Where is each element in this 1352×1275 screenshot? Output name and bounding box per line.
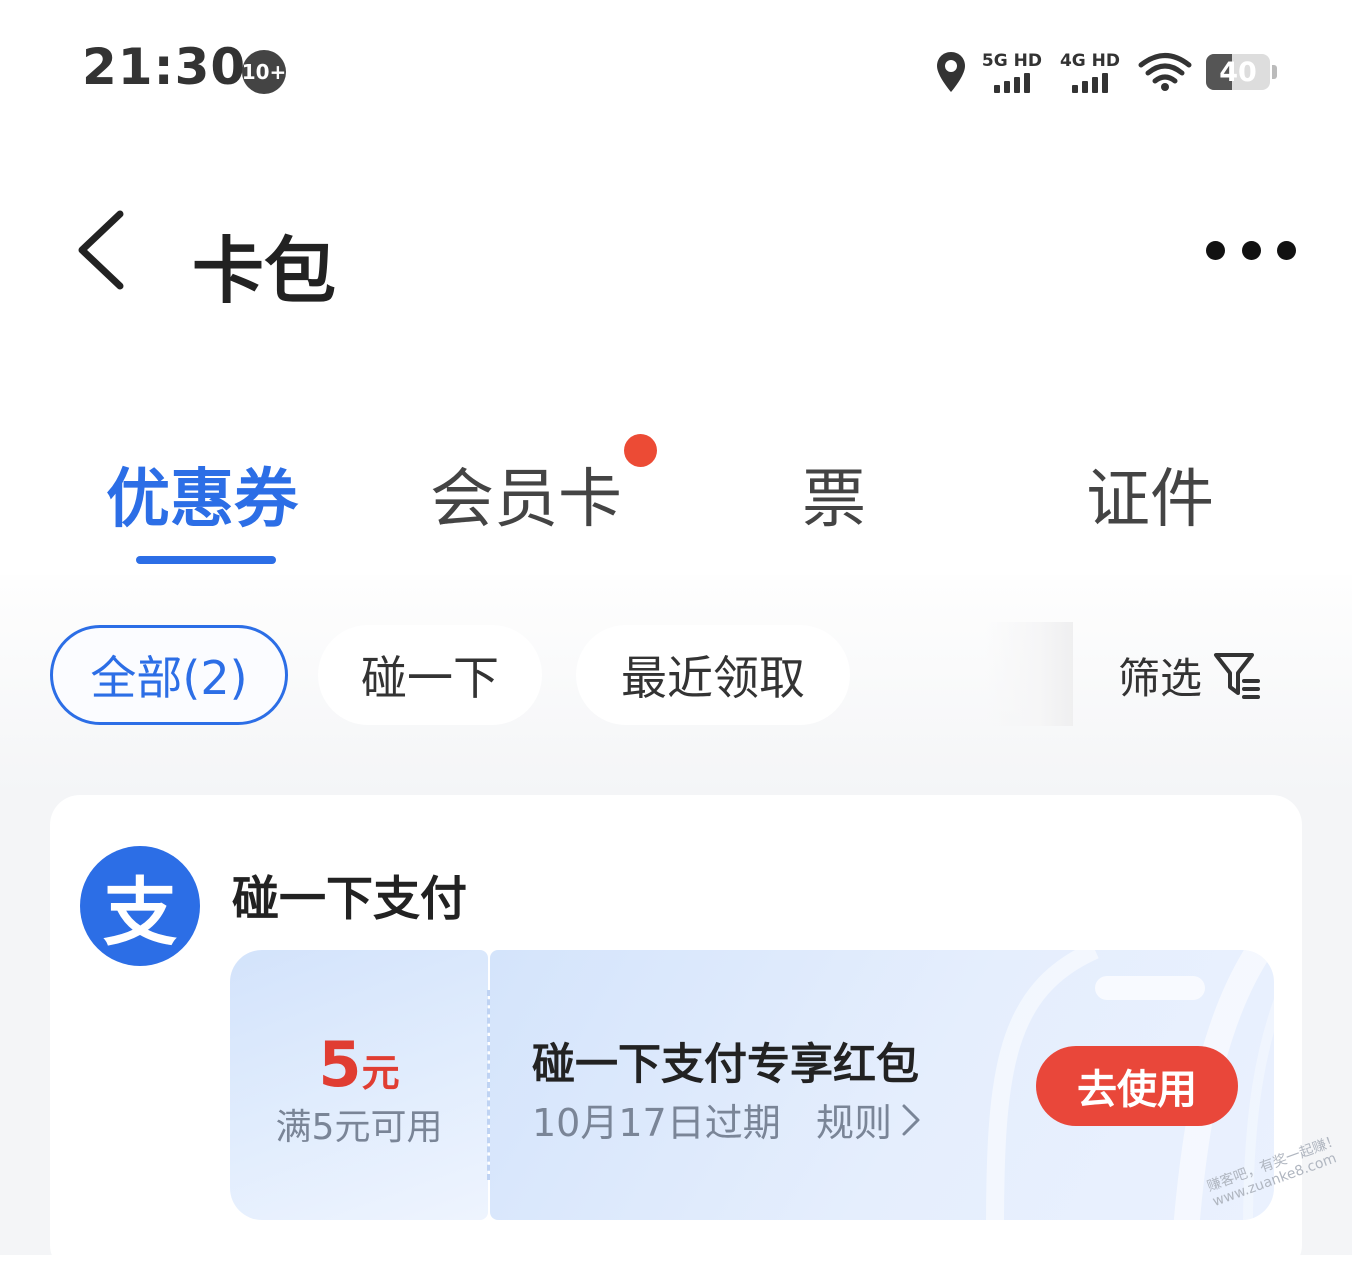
network-label-2: 4G HD — [1059, 50, 1120, 71]
tab-ids[interactable]: 证件 — [1086, 448, 1214, 540]
status-time: 21:30 — [82, 38, 247, 96]
coupon-condition: 满5元可用 — [275, 1107, 443, 1148]
header: 卡包 — [0, 170, 1352, 330]
tab-indicator — [136, 556, 276, 564]
use-coupon-button[interactable]: 去使用 — [1036, 1046, 1238, 1126]
signal-icon — [993, 72, 1030, 93]
tab-bar: 优惠券 会员卡 票 证件 — [0, 420, 1352, 580]
tab-badge-dot — [624, 434, 657, 467]
network-indicator-2: 4G HD — [1060, 52, 1120, 93]
merchant-name: 碰一下支付 — [232, 872, 467, 927]
filter-chip-nfc[interactable]: 碰一下 — [318, 625, 542, 725]
status-icons: 5G HD 4G HD 40 — [934, 46, 1277, 98]
filter-button[interactable]: 筛选 — [1118, 645, 1262, 705]
chevron-right-icon — [902, 1104, 920, 1135]
coupon-title: 碰一下支付专享红包 — [532, 1040, 919, 1090]
filter-icon — [1214, 653, 1261, 699]
coupon-amount: 5元 — [230, 1028, 488, 1101]
tab-member-cards[interactable]: 会员卡 — [430, 448, 622, 540]
more-button[interactable] — [1206, 230, 1296, 270]
coupon-rules-link[interactable]: 规则 — [816, 1092, 922, 1147]
more-dot-icon — [1277, 240, 1296, 260]
chevron-left-icon — [78, 210, 124, 290]
notification-badge: 10+ — [242, 50, 286, 94]
network-label-1: 5G HD — [981, 50, 1042, 71]
wifi-icon — [1138, 53, 1192, 91]
battery-icon: 40 — [1206, 54, 1277, 90]
more-dot-icon — [1206, 240, 1225, 260]
network-indicator-1: 5G HD — [982, 52, 1042, 93]
filter-label: 筛选 — [1118, 653, 1203, 703]
filter-chip-all[interactable]: 全部(2) — [50, 625, 288, 725]
logo-char: 支 — [103, 869, 177, 956]
chip-scroll-fade — [985, 622, 1073, 726]
coupon-rules-label: 规则 — [816, 1101, 893, 1145]
location-icon — [936, 52, 965, 92]
page-title: 卡包 — [192, 229, 337, 313]
alipay-logo-icon: 支 — [80, 846, 200, 966]
tab-coupons[interactable]: 优惠券 — [106, 448, 298, 540]
tab-tickets[interactable]: 票 — [802, 448, 866, 540]
coupon-amount-value: 5 — [318, 1028, 362, 1101]
coupon-amount-unit: 元 — [361, 1051, 400, 1095]
battery-level: 40 — [1219, 56, 1257, 88]
status-bar: 21:30 10+ 5G HD 4G HD 40 — [0, 0, 1352, 140]
more-dot-icon — [1241, 240, 1261, 260]
filter-chip-recent[interactable]: 最近领取 — [576, 625, 850, 725]
back-button[interactable] — [60, 200, 140, 300]
signal-icon — [1071, 72, 1108, 93]
coupon-expiry: 10月17日过期 — [532, 1101, 781, 1145]
